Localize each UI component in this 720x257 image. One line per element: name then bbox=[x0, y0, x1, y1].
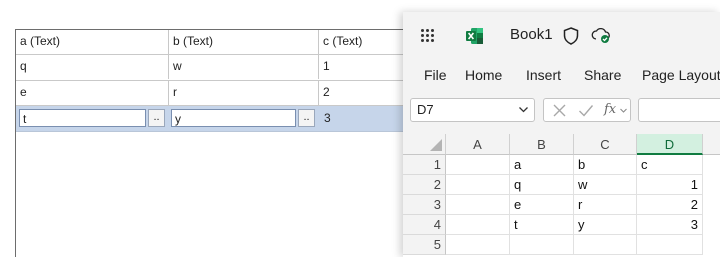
cell-B5[interactable] bbox=[510, 235, 574, 255]
cell-C2[interactable]: w bbox=[574, 175, 637, 195]
cell-B2[interactable]: q bbox=[510, 175, 574, 195]
ellipsis-button[interactable]: .. bbox=[148, 109, 165, 127]
column-header-A[interactable]: A bbox=[446, 134, 510, 155]
table-row[interactable]: q w 1 bbox=[16, 55, 406, 80]
cell[interactable]: 1 bbox=[318, 55, 406, 79]
cell-editor-a[interactable]: t bbox=[19, 109, 146, 127]
row-header[interactable]: 3 bbox=[403, 195, 446, 215]
app-launcher-icon[interactable] bbox=[421, 29, 435, 43]
cell-A4[interactable] bbox=[446, 215, 510, 235]
column-header-D[interactable]: D bbox=[637, 134, 703, 155]
ellipsis-button[interactable]: .. bbox=[298, 109, 315, 127]
excel-window: Book1 File Home Insert Share Page Layout… bbox=[403, 12, 720, 257]
excel-logo-icon bbox=[466, 28, 483, 44]
row-header[interactable]: 2 bbox=[403, 175, 446, 195]
cell[interactable]: w bbox=[168, 55, 318, 79]
row-header[interactable]: 4 bbox=[403, 215, 446, 235]
chevron-down-icon bbox=[519, 107, 528, 113]
cell-editor-c[interactable]: 3 bbox=[321, 109, 331, 127]
ribbon-tabs: File Home Insert Share Page Layout bbox=[403, 60, 720, 90]
cell-A3[interactable] bbox=[446, 195, 510, 215]
divider bbox=[16, 131, 406, 132]
row-header[interactable]: 5 bbox=[403, 235, 446, 255]
column-header-a[interactable]: a (Text) bbox=[16, 30, 168, 54]
column-header-B[interactable]: B bbox=[510, 134, 574, 155]
title-bar: Book1 bbox=[403, 12, 720, 60]
data-grid: a (Text) b (Text) c (Text) q w 1 e r 2 t… bbox=[15, 29, 406, 257]
cell-B3[interactable]: e bbox=[510, 195, 574, 215]
column-header-c[interactable]: c (Text) bbox=[318, 30, 406, 54]
tab-share[interactable]: Share bbox=[584, 67, 621, 83]
cell-C3[interactable]: r bbox=[574, 195, 637, 215]
table-row-editing[interactable]: t .. y .. 3 bbox=[16, 106, 406, 131]
cell[interactable]: e bbox=[16, 81, 168, 105]
cell-editor-b[interactable]: y bbox=[171, 109, 296, 127]
cell[interactable]: r bbox=[168, 81, 318, 105]
cell-C4[interactable]: y bbox=[574, 215, 637, 235]
name-box-value: D7 bbox=[417, 102, 434, 117]
column-header-C[interactable]: C bbox=[574, 134, 637, 155]
cell-A1[interactable] bbox=[446, 155, 510, 175]
grid-header-row: a (Text) b (Text) c (Text) bbox=[16, 30, 406, 55]
row-header[interactable]: 1 bbox=[403, 155, 446, 175]
select-all-corner[interactable] bbox=[403, 134, 446, 155]
cell[interactable]: 2 bbox=[318, 81, 406, 105]
cell-B1[interactable]: a bbox=[510, 155, 574, 175]
enter-check-icon[interactable] bbox=[578, 103, 594, 118]
cell-C1[interactable]: b bbox=[574, 155, 637, 175]
cell-D3[interactable]: 2 bbox=[637, 195, 703, 215]
cell-D1[interactable]: c bbox=[637, 155, 703, 175]
cell-A5[interactable] bbox=[446, 235, 510, 255]
cell-C5[interactable] bbox=[574, 235, 637, 255]
cell-D2[interactable]: 1 bbox=[637, 175, 703, 195]
cell-B4[interactable]: t bbox=[510, 215, 574, 235]
formula-actions: fx bbox=[543, 98, 631, 122]
cell-D5[interactable] bbox=[637, 235, 703, 255]
spreadsheet-grid: A B C D 1 a b c 2 q w 1 3 e r 2 4 t y 3 … bbox=[403, 134, 720, 257]
formula-input[interactable] bbox=[638, 98, 720, 122]
select-all-triangle-icon bbox=[430, 139, 442, 151]
cell[interactable]: q bbox=[16, 55, 168, 79]
document-title[interactable]: Book1 bbox=[510, 26, 553, 43]
tab-insert[interactable]: Insert bbox=[526, 67, 561, 83]
cloud-saved-icon[interactable] bbox=[591, 26, 611, 44]
column-header-b[interactable]: b (Text) bbox=[168, 30, 318, 54]
cell-A2[interactable] bbox=[446, 175, 510, 195]
column-header-next[interactable] bbox=[703, 134, 720, 155]
tab-home[interactable]: Home bbox=[465, 67, 502, 83]
tab-page-layout[interactable]: Page Layout bbox=[642, 67, 720, 83]
name-box[interactable]: D7 bbox=[410, 98, 535, 122]
shield-icon[interactable] bbox=[563, 27, 579, 45]
cell-D4[interactable]: 3 bbox=[637, 215, 703, 235]
fx-icon[interactable]: fx bbox=[604, 102, 616, 117]
chevron-down-icon bbox=[620, 108, 627, 113]
tab-file[interactable]: File bbox=[424, 67, 447, 83]
table-row[interactable]: e r 2 bbox=[16, 81, 406, 106]
formula-bar: D7 fx bbox=[403, 96, 720, 126]
cancel-x-icon[interactable] bbox=[552, 103, 567, 118]
